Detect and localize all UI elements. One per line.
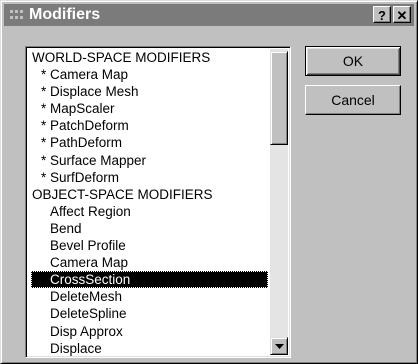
list-item[interactable]: * PathDeform [28,134,268,151]
modifiers-dialog: Modifiers ? ✕ WORLD-SPACE MODIFIERS * Cam… [0,0,418,364]
scroll-down-button[interactable] [270,337,288,355]
list-item[interactable]: * Surface Mapper [28,152,268,169]
list-item[interactable]: DeleteMesh [28,288,268,305]
modifier-listbox[interactable]: WORLD-SPACE MODIFIERS * Camera Map * Displ… [25,46,291,358]
list-category-header[interactable]: WORLD-SPACE MODIFIERS [28,49,268,66]
scrollbar-thumb[interactable] [270,51,288,145]
modifier-list: WORLD-SPACE MODIFIERS * Camera Map * Displ… [28,49,268,357]
list-item[interactable]: Camera Map [28,254,268,271]
app-icon [8,8,26,22]
list-item[interactable]: * Displace Mesh [28,83,268,100]
list-item[interactable]: Disp Approx [28,323,268,340]
vertical-scrollbar[interactable] [270,49,288,355]
arrow-down-icon [274,343,284,349]
list-item[interactable]: * Camera Map [28,66,268,83]
list-item[interactable]: DeleteSpline [28,305,268,322]
help-button[interactable]: ? [373,6,391,23]
list-category-header[interactable]: OBJECT-SPACE MODIFIERS [28,186,268,203]
ok-button[interactable]: OK [305,46,401,76]
title-bar[interactable]: Modifiers ? ✕ [4,4,414,26]
cancel-button[interactable]: Cancel [305,85,401,115]
list-item[interactable]: * SurfDeform [28,169,268,186]
list-item[interactable]: * MapScaler [28,100,268,117]
list-item[interactable]: Bend [28,220,268,237]
list-item[interactable]: * PatchDeform [28,117,268,134]
window-title: Modifiers [29,6,101,23]
close-button[interactable]: ✕ [393,6,411,23]
list-item[interactable]: Bevel Profile [28,237,268,254]
list-item[interactable]: Affect Region [28,203,268,220]
list-item[interactable]: CrossSection [31,271,268,289]
list-item[interactable]: Displace [28,340,268,357]
